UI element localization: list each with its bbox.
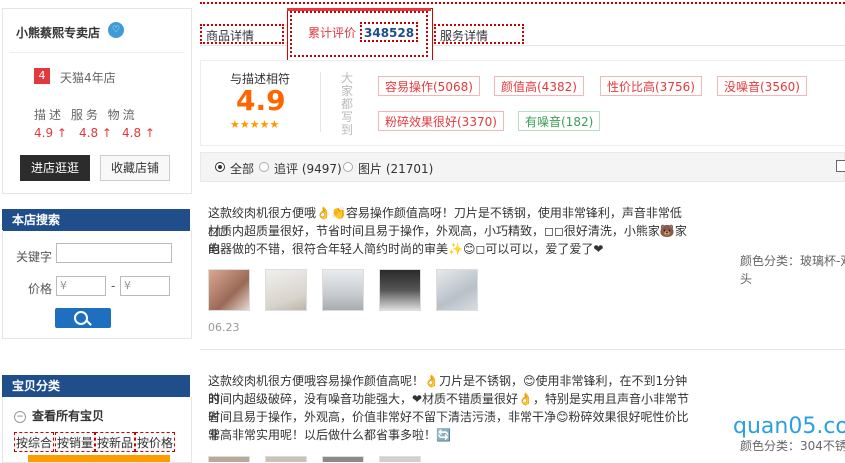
keyword-label: 关键字: [16, 250, 53, 264]
review-summary: [200, 60, 845, 146]
shop-name[interactable]: 小熊蔡熙专卖店: [16, 24, 100, 41]
keyword-input[interactable]: [56, 243, 172, 263]
review-2-line-4: 常高非常实用呢！以后做什么都省事多啦！🔄: [208, 428, 451, 442]
review-1-sku-tail: 头: [740, 272, 753, 286]
review-separator: [200, 349, 845, 350]
review-2-photo-3[interactable]: [322, 456, 364, 462]
sort-new-button[interactable]: 按新品: [95, 432, 136, 452]
tag-crushing-effect[interactable]: 粉碎效果很好(3370): [378, 111, 504, 131]
star-rating: ★★★★★: [230, 118, 280, 131]
search-panel-title: 本店搜索: [2, 209, 190, 231]
filter-all-radio[interactable]: [215, 162, 225, 172]
category-panel-title: 宝贝分类: [2, 375, 190, 397]
review-1-photo-2[interactable]: [265, 269, 307, 311]
orange-strip: [28, 455, 170, 462]
tab-product-details[interactable]: 商品详情: [200, 24, 284, 44]
vip-icon: ♡: [108, 22, 124, 38]
collapse-icon: −: [14, 410, 26, 423]
filter-append-label: 追评 (9497): [274, 162, 342, 176]
rating-headers: 描述 服务 物流: [34, 108, 138, 122]
review-count: 348528: [360, 22, 419, 42]
summary-divider: [320, 72, 321, 132]
review-2-photo-1[interactable]: [208, 456, 250, 462]
review-1-photo-5[interactable]: [436, 269, 478, 311]
review-2-photo-2[interactable]: [265, 456, 307, 462]
top-annotation-edge: [200, 2, 845, 6]
desc-score: 4.9: [236, 84, 286, 117]
sort-comprehensive-button[interactable]: 按综合: [14, 432, 55, 452]
tab-service-details-label: 服务详情: [440, 29, 489, 43]
tmall-years-badge: 4: [34, 68, 50, 84]
review-1-date: 06.23: [208, 321, 240, 334]
view-all-items[interactable]: − 查看所有宝贝: [14, 407, 104, 424]
enter-shop-button[interactable]: 进店逛逛: [20, 155, 90, 181]
tag-easy-operation[interactable]: 容易操作(5068): [378, 76, 480, 96]
everyone-writes-label: 大家都写到: [341, 71, 354, 137]
tab-reviews-label: 累计评价: [308, 26, 357, 40]
sort-sales-button[interactable]: 按销量: [55, 432, 96, 452]
tmall-years-label: 天猫4年店: [60, 71, 116, 85]
review-1-photo-1[interactable]: [208, 269, 250, 311]
review-2-photo-4[interactable]: [379, 456, 421, 462]
filter-append-radio[interactable]: [259, 162, 269, 172]
review-1-photo-4[interactable]: [379, 269, 421, 311]
price-label: 价格: [28, 282, 53, 296]
rating-logistics: 4.8 ↑: [122, 126, 155, 140]
filter-pics-label: 图片 (21701): [358, 162, 434, 176]
rating-desc: 4.9 ↑: [34, 126, 67, 140]
review-1-line-3: 电器做的不错，很符合年轻人简约时尚的审美✨😊◻可以可以，爱了爱了❤: [208, 242, 604, 256]
tag-no-noise[interactable]: 没噪音(3560): [717, 76, 807, 96]
tag-value-for-money[interactable]: 性价比高(3756): [600, 76, 702, 96]
tab-product-details-label: 商品详情: [206, 29, 255, 43]
review-2-sku: 颜色分类：304不锈钢: [740, 439, 845, 453]
filter-checkbox[interactable]: [836, 160, 845, 172]
view-all-label: 查看所有宝贝: [32, 409, 105, 423]
sort-price-button[interactable]: 按价格: [135, 432, 176, 452]
price-dash: -: [111, 279, 116, 293]
price-to-input[interactable]: ¥: [120, 276, 170, 296]
rating-service: 4.8 ↑: [79, 126, 112, 140]
review-1-sku: 颜色分类：玻璃杯-双: [740, 254, 845, 268]
filter-pics-radio[interactable]: [343, 162, 353, 172]
review-1-photo-3[interactable]: [322, 269, 364, 311]
tag-good-looks[interactable]: 颜值高(4382): [494, 76, 584, 96]
tag-has-noise[interactable]: 有噪音(182): [518, 111, 601, 131]
filter-all-label: 全部: [230, 162, 255, 176]
favorite-shop-button[interactable]: 收藏店铺: [100, 155, 170, 181]
divider: [10, 52, 184, 53]
search-icon: [74, 311, 88, 325]
price-from-input[interactable]: ¥: [56, 276, 106, 296]
watermark: quan05.com: [733, 414, 845, 439]
tab-service-details[interactable]: 服务详情: [434, 24, 524, 44]
